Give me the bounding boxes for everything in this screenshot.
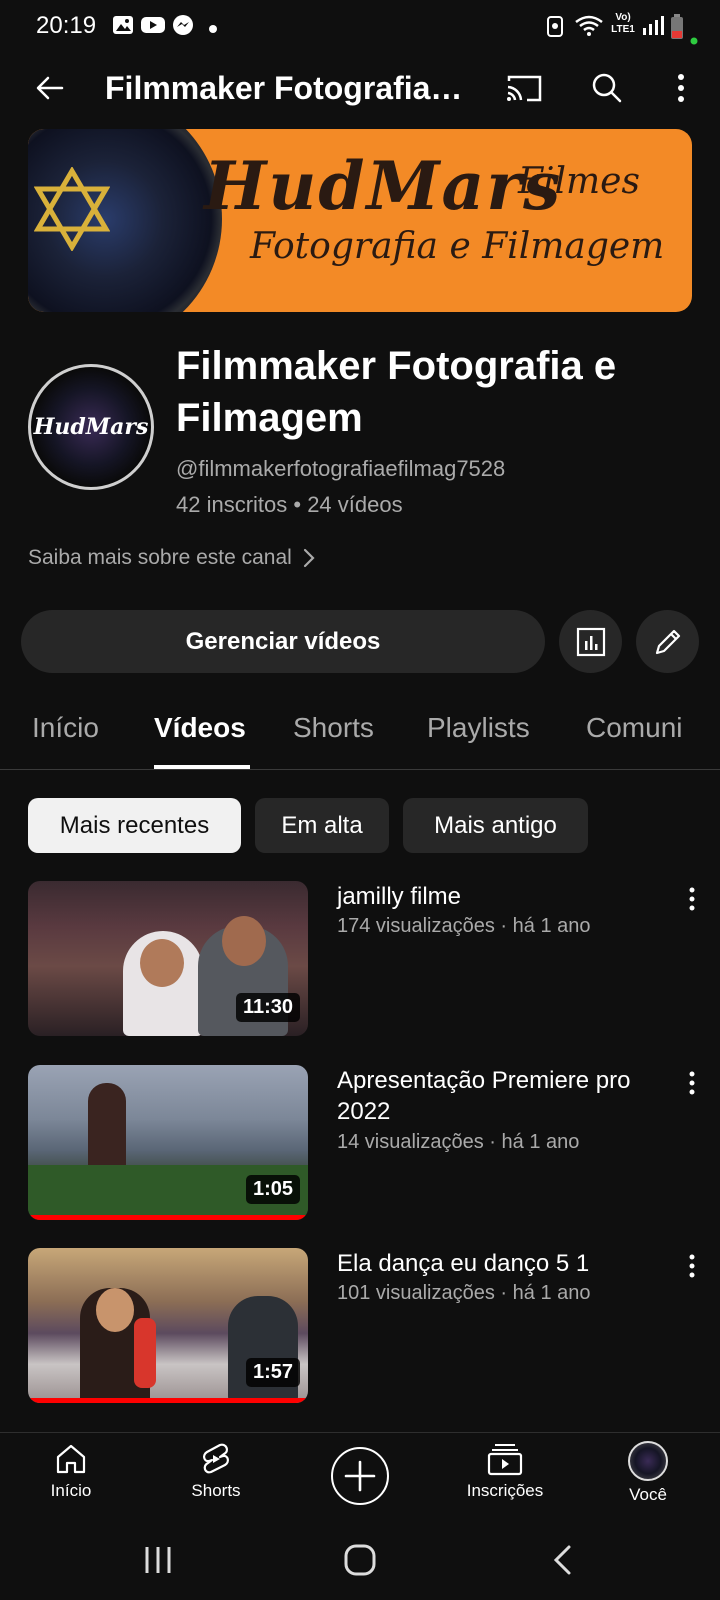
video-duration: 11:30 xyxy=(235,993,300,1022)
learn-more-label: Saiba mais sobre este canal xyxy=(28,546,292,569)
star-of-david-icon xyxy=(34,167,110,251)
nav-shorts[interactable]: Shorts xyxy=(161,1441,271,1501)
tab-shorts[interactable]: Shorts xyxy=(293,712,374,744)
banner-script: Filmes xyxy=(518,161,640,202)
thumbnail-face xyxy=(96,1288,134,1332)
shorts-icon xyxy=(203,1443,229,1474)
bottom-navigation: Início Shorts Inscrições Você xyxy=(0,1432,720,1520)
video-item[interactable]: 11:30 jamilly filme 174 visualizações · … xyxy=(0,881,720,1041)
messenger-icon xyxy=(172,14,194,41)
nav-inscricoes[interactable]: Inscrições xyxy=(450,1441,560,1501)
nav-label: Shorts xyxy=(191,1481,241,1500)
system-navigation xyxy=(0,1520,720,1600)
gallery-icon xyxy=(112,14,134,41)
video-more-icon[interactable] xyxy=(680,1248,704,1284)
video-thumbnail[interactable]: 1:57 xyxy=(28,1248,308,1403)
chip-em-alta[interactable]: Em alta xyxy=(255,798,389,853)
app-bar-title: Filmmaker Fotografia… xyxy=(105,70,463,106)
youtube-icon xyxy=(140,14,166,41)
more-vert-icon[interactable] xyxy=(657,64,705,112)
channel-stats: 42 inscritos • 24 vídeos xyxy=(176,492,403,517)
signal-icon xyxy=(642,14,664,41)
home-circle-icon[interactable] xyxy=(336,1538,384,1582)
nav-label: Inscrições xyxy=(466,1481,544,1500)
pencil-icon xyxy=(655,629,680,654)
channel-handle: @filmmakerfotografiaefilmag7528 xyxy=(176,456,506,481)
tab-inicio[interactable]: Início xyxy=(32,712,99,744)
avatar-text: HudMars xyxy=(33,414,149,440)
status-bar: 20:19 Vo) LTE1 xyxy=(0,0,720,52)
channel-name: Filmmaker Fotografia e Filmagem xyxy=(176,344,617,440)
video-more-icon[interactable] xyxy=(680,881,704,917)
video-meta: 101 visualizações · há 1 ano xyxy=(337,1282,591,1304)
back-arrow-icon[interactable] xyxy=(26,64,74,112)
search-icon[interactable] xyxy=(583,64,631,112)
analytics-icon xyxy=(576,627,605,656)
video-title[interactable]: Ela dança eu danço 5 1 xyxy=(337,1248,667,1279)
video-item[interactable]: 1:05 Apresentação Premiere pro 2022 14 v… xyxy=(0,1065,720,1225)
video-thumbnail[interactable]: 1:05 xyxy=(28,1065,308,1220)
charging-dot-icon xyxy=(690,32,698,50)
tab-videos[interactable]: Vídeos xyxy=(154,712,246,744)
watched-progress-bar xyxy=(28,1398,308,1403)
channel-banner: HudMars Filmes Fotografia e Filmagem xyxy=(28,129,692,312)
cast-icon[interactable] xyxy=(500,64,548,112)
chip-mais-antigo[interactable]: Mais antigo xyxy=(403,798,588,853)
nav-label: Você xyxy=(629,1485,667,1504)
create-button[interactable] xyxy=(331,1447,389,1505)
tab-comunidade[interactable]: Comuni xyxy=(586,712,682,744)
app-bar: Filmmaker Fotografia… xyxy=(0,56,720,120)
video-item[interactable]: 1:57 Ela dança eu danço 5 1 101 visualiz… xyxy=(0,1248,720,1408)
video-duration: 1:05 xyxy=(245,1175,300,1204)
active-tab-indicator xyxy=(154,765,250,769)
chevron-right-icon xyxy=(303,548,315,568)
watched-progress-bar xyxy=(28,1215,308,1220)
dot-icon xyxy=(209,20,217,38)
battery-saver-icon xyxy=(546,14,564,43)
banner-subtitle: Fotografia e Filmagem xyxy=(250,226,665,267)
banner-brand: HudMars xyxy=(204,147,563,225)
battery-icon xyxy=(670,14,684,45)
subscriptions-icon xyxy=(487,1444,523,1476)
home-icon xyxy=(56,1444,86,1474)
status-time: 20:19 xyxy=(36,12,97,39)
thumbnail-figure-red-dress xyxy=(134,1318,156,1388)
recents-icon[interactable] xyxy=(134,1538,182,1582)
video-duration: 1:57 xyxy=(245,1358,300,1387)
channel-tabs: Início Vídeos Shorts Playlists Comuni xyxy=(0,700,720,770)
nav-label: Início xyxy=(50,1481,92,1500)
tab-playlists[interactable]: Playlists xyxy=(427,712,530,744)
chip-mais-recentes[interactable]: Mais recentes xyxy=(28,798,241,853)
volte-icon: Vo) LTE1 xyxy=(611,12,635,35)
video-meta: 174 visualizações · há 1 ano xyxy=(337,915,591,937)
learn-more-link[interactable]: Saiba mais sobre este canal xyxy=(28,546,316,570)
edit-channel-button[interactable] xyxy=(636,610,699,673)
thumbnail-face xyxy=(140,939,184,987)
video-meta: 14 visualizações · há 1 ano xyxy=(337,1131,580,1153)
nav-inicio[interactable]: Início xyxy=(16,1441,126,1501)
video-title[interactable]: Apresentação Premiere pro 2022 xyxy=(337,1065,667,1127)
wifi-icon xyxy=(574,14,604,43)
video-more-icon[interactable] xyxy=(680,1065,704,1101)
profile-avatar-icon xyxy=(628,1441,668,1481)
back-chevron-icon[interactable] xyxy=(538,1538,586,1582)
channel-avatar[interactable]: HudMars xyxy=(28,364,154,490)
video-thumbnail[interactable]: 11:30 xyxy=(28,881,308,1036)
video-title[interactable]: jamilly filme xyxy=(337,881,667,912)
create-plus-icon xyxy=(344,1460,376,1492)
analytics-button[interactable] xyxy=(559,610,622,673)
manage-videos-button[interactable]: Gerenciar vídeos xyxy=(21,610,545,673)
nav-voce[interactable]: Você xyxy=(593,1441,703,1505)
thumbnail-face xyxy=(222,916,266,966)
